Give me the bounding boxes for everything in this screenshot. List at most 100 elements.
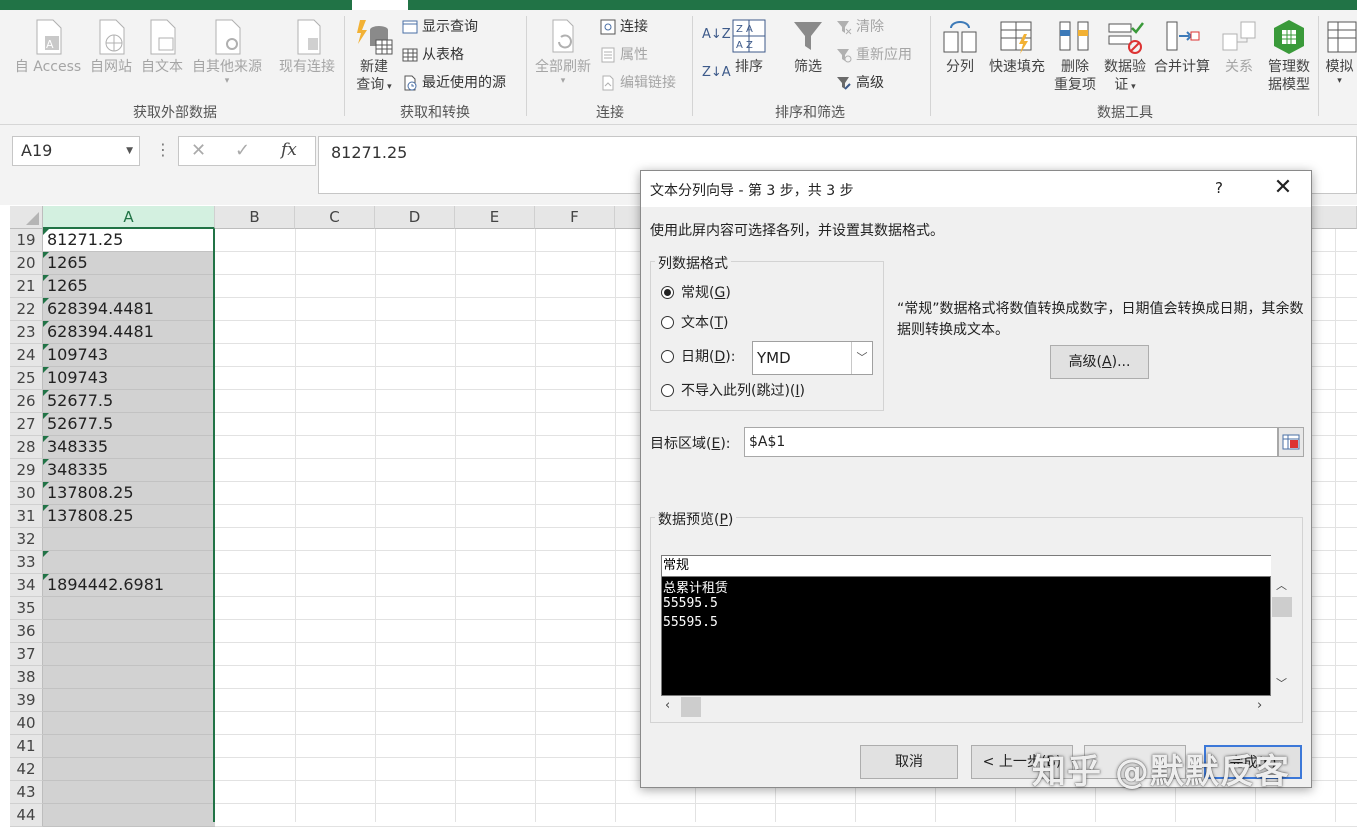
error-indicator-icon[interactable] [43,436,49,442]
cell-a[interactable] [43,643,215,666]
cell-a[interactable]: 628394.4481 [43,298,215,321]
scrollbar-thumb[interactable] [681,697,701,717]
edit-links-button[interactable]: 编辑链接 [600,72,676,94]
preview-vertical-scrollbar[interactable]: ︿ ﹀ [1271,575,1293,696]
preview-horizontal-scrollbar[interactable]: ‹ › [661,696,1271,718]
row-header[interactable]: 42 [10,758,43,781]
cell-a[interactable]: 1894442.6981 [43,574,215,597]
row-header[interactable]: 36 [10,620,43,643]
row-header[interactable]: 23 [10,321,43,344]
help-icon[interactable]: ? [1215,179,1223,197]
what-if-analysis-button[interactable]: 模拟 ▾ [1322,18,1357,86]
sort-button[interactable]: Z A A Z 排序 [728,18,770,76]
radio-text[interactable]: 文本(T) [661,313,729,333]
error-indicator-icon[interactable] [43,298,49,304]
data-preview-area[interactable]: 常规 总累计租赁 55595.5 55595.5 [661,555,1271,696]
row-header[interactable]: 25 [10,367,43,390]
relationships-button[interactable]: 关系 [1218,18,1260,76]
error-indicator-icon[interactable] [43,275,49,281]
row-header[interactable]: 44 [10,804,43,827]
cell-a[interactable]: 137808.25 [43,482,215,505]
error-indicator-icon[interactable] [43,344,49,350]
advanced-filter-button[interactable]: 高级 [836,72,884,94]
destination-input[interactable]: $A$1 [744,427,1278,457]
row-header[interactable]: 27 [10,413,43,436]
row-header[interactable]: 20 [10,252,43,275]
row-header[interactable]: 43 [10,781,43,804]
error-indicator-icon[interactable] [43,367,49,373]
radio-general-indicator[interactable] [661,286,674,299]
manage-data-model-button[interactable]: 管理数 据模型 [1262,18,1316,94]
refresh-all-button[interactable]: 全部刷新 ▾ [531,18,595,86]
error-indicator-icon[interactable] [43,390,49,396]
column-header-c[interactable]: C [295,206,375,229]
from-table-button[interactable]: 从表格 [402,44,464,66]
active-ribbon-tab[interactable] [352,0,408,10]
confirm-entry-icon[interactable]: ✓ [235,140,250,161]
close-icon[interactable]: ✕ [1269,175,1297,200]
error-indicator-icon[interactable] [43,321,49,327]
cell-a[interactable]: 1265 [43,252,215,275]
cell-a[interactable] [43,712,215,735]
from-web-button[interactable]: 自网站 [86,18,136,76]
properties-button[interactable]: 属性 [600,44,648,66]
row-header[interactable]: 38 [10,666,43,689]
chevron-up-icon[interactable]: ︿ [1276,577,1287,593]
error-indicator-icon[interactable] [43,505,49,511]
row-header[interactable]: 35 [10,597,43,620]
cell-a[interactable]: 628394.4481 [43,321,215,344]
row-header[interactable]: 22 [10,298,43,321]
collapse-dialog-button[interactable] [1278,427,1304,457]
row-header[interactable]: 21 [10,275,43,298]
connections-button[interactable]: 连接 [600,16,648,38]
remove-duplicates-button[interactable]: 删除 重复项 [1050,18,1100,94]
row-header[interactable]: 31 [10,505,43,528]
select-all-corner[interactable] [10,206,43,229]
row-header[interactable]: 39 [10,689,43,712]
radio-text-indicator[interactable] [661,316,674,329]
flash-fill-button[interactable]: 快速填充 [986,18,1048,76]
error-indicator-icon[interactable] [43,459,49,465]
sort-ascending-button[interactable]: A↓Z [702,24,731,46]
from-other-sources-button[interactable]: 自其他来源 ▾ [188,18,266,86]
radio-date-indicator[interactable] [661,350,674,363]
cell-a[interactable] [43,666,215,689]
date-format-select[interactable]: YMD ﹀ [752,341,873,375]
cell-a[interactable]: 1265 [43,275,215,298]
row-header[interactable]: 29 [10,459,43,482]
cancel-entry-icon[interactable]: ✕ [191,140,206,161]
radio-skip-column[interactable]: 不导入此列(跳过)(I) [661,381,805,401]
cell-a[interactable]: 109743 [43,367,215,390]
row-header[interactable]: 33 [10,551,43,574]
error-indicator-icon[interactable] [43,551,49,557]
cell-a[interactable]: 52677.5 [43,413,215,436]
clear-filter-button[interactable]: 清除 [836,16,884,38]
row-header[interactable]: 24 [10,344,43,367]
insert-function-icon[interactable]: fx [281,140,297,160]
row-header[interactable]: 40 [10,712,43,735]
radio-date[interactable]: 日期(D): [661,347,735,367]
cancel-button[interactable]: 取消 [860,745,958,779]
cell-a[interactable]: 52677.5 [43,390,215,413]
chevron-down-icon[interactable]: ﹀ [1276,675,1287,691]
row-header[interactable]: 28 [10,436,43,459]
column-header-d[interactable]: D [375,206,455,229]
new-query-button[interactable]: 新建 查询 ▾ [350,16,398,96]
chevron-left-icon[interactable]: ‹ [665,698,670,713]
text-to-columns-button[interactable]: 分列 [938,18,982,76]
existing-connections-button[interactable]: 现有连接 [274,18,340,76]
from-text-button[interactable]: 自文本 [137,18,187,76]
advanced-button[interactable]: 高级(A)... [1050,345,1149,379]
column-header-f[interactable]: F [535,206,615,229]
error-indicator-icon[interactable] [43,413,49,419]
column-header-a[interactable]: A [43,206,215,229]
show-queries-button[interactable]: 显示查询 [402,16,478,38]
row-header[interactable]: 41 [10,735,43,758]
name-box[interactable]: A19 ▼ [12,136,140,166]
error-indicator-icon[interactable] [43,252,49,258]
cell-a[interactable]: 81271.25 [43,229,215,252]
chevron-down-icon[interactable]: ﹀ [851,342,872,374]
cell-a[interactable]: 137808.25 [43,505,215,528]
scrollbar-thumb[interactable] [1272,597,1292,617]
chevron-down-icon[interactable]: ▼ [126,137,133,165]
